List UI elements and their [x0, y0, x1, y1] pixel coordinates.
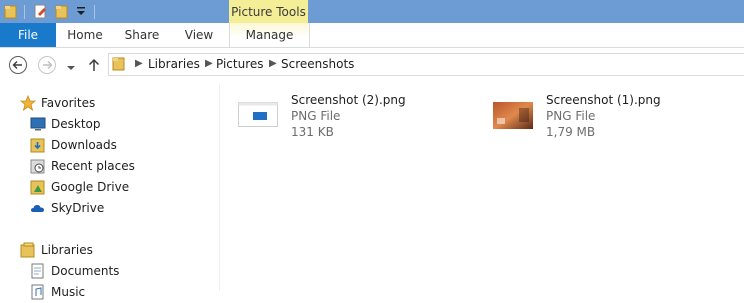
- nav-item-label: Google Drive: [51, 180, 130, 194]
- file-size: 131 KB: [291, 125, 334, 139]
- google-drive-icon: [30, 179, 46, 195]
- libraries-icon: [20, 242, 36, 258]
- address-folder-icon: [112, 56, 126, 74]
- nav-libraries-label: Libraries: [41, 243, 93, 257]
- nav-item-recent-places[interactable]: Recent places: [30, 156, 135, 176]
- customize-qat-icon[interactable]: [76, 5, 86, 20]
- title-bar: Picture Tools: [0, 0, 744, 23]
- nav-libraries-header[interactable]: Libraries: [20, 240, 93, 260]
- nav-item-label: Desktop: [51, 117, 101, 131]
- navigation-pane: Favorites Desktop Downloads Recent place…: [0, 84, 220, 300]
- nav-favorites-label: Favorites: [41, 96, 96, 110]
- file-type: PNG File: [291, 109, 341, 123]
- breadcrumb-screenshots[interactable]: Screenshots: [281, 57, 354, 71]
- nav-item-desktop[interactable]: Desktop: [30, 114, 101, 134]
- tab-view[interactable]: View: [170, 23, 228, 47]
- breadcrumb-separator-icon[interactable]: ▶: [205, 58, 213, 69]
- ribbon-tabs: File Home Share View Manage: [0, 23, 744, 48]
- forward-icon[interactable]: [37, 55, 57, 75]
- nav-item-music[interactable]: Music: [30, 282, 85, 302]
- nav-item-label: Recent places: [51, 159, 135, 173]
- file-size: 1,79 MB: [546, 125, 596, 139]
- nav-item-google-drive[interactable]: Google Drive: [30, 177, 129, 197]
- file-item[interactable]: Screenshot (1).png PNG File 1,79 MB: [493, 92, 723, 142]
- file-thumbnail: [238, 102, 278, 132]
- recent-places-icon: [30, 158, 46, 174]
- recent-locations-chevron-icon[interactable]: [66, 61, 76, 70]
- nav-item-label: SkyDrive: [51, 201, 105, 215]
- breadcrumb-separator-icon[interactable]: ▶: [269, 58, 277, 69]
- file-type: PNG File: [546, 109, 596, 123]
- skydrive-icon: [30, 200, 46, 216]
- up-arrow-icon[interactable]: [86, 57, 102, 73]
- nav-item-skydrive[interactable]: SkyDrive: [30, 198, 104, 218]
- file-thumbnail: [493, 102, 533, 132]
- tab-share[interactable]: Share: [114, 23, 170, 47]
- nav-item-downloads[interactable]: Downloads: [30, 135, 117, 155]
- folder-icon[interactable]: [4, 4, 18, 22]
- tab-file[interactable]: File: [0, 23, 56, 47]
- nav-item-documents[interactable]: Documents: [30, 261, 119, 281]
- breadcrumb-libraries[interactable]: Libraries: [148, 57, 200, 71]
- address-bar: ▶ Libraries ▶ Pictures ▶ Screenshots: [0, 48, 744, 82]
- picture-tools-group-label: Picture Tools: [229, 0, 308, 23]
- breadcrumb-pictures[interactable]: Pictures: [216, 57, 264, 71]
- back-icon[interactable]: [8, 55, 28, 75]
- documents-icon: [30, 263, 46, 279]
- file-list: Screenshot (2).png PNG File 131 KB Scree…: [220, 84, 744, 291]
- file-item[interactable]: Screenshot (2).png PNG File 131 KB: [238, 92, 468, 142]
- desktop-icon: [30, 116, 46, 132]
- music-icon: [30, 284, 46, 300]
- address-path[interactable]: ▶ Libraries ▶ Pictures ▶ Screenshots: [108, 53, 744, 76]
- nav-item-label: Documents: [51, 264, 120, 278]
- star-icon: [19, 94, 37, 111]
- new-folder-icon[interactable]: [55, 4, 69, 22]
- qat-separator: [24, 5, 25, 19]
- breadcrumb-separator-icon[interactable]: ▶: [135, 58, 143, 69]
- nav-item-label: Music: [51, 285, 86, 299]
- properties-icon[interactable]: [33, 4, 48, 23]
- nav-item-label: Downloads: [51, 138, 117, 152]
- file-name: Screenshot (2).png: [291, 93, 406, 107]
- tab-home[interactable]: Home: [56, 23, 114, 47]
- downloads-icon: [30, 137, 46, 153]
- nav-favorites-header[interactable]: Favorites: [19, 93, 96, 113]
- qat-separator: [94, 5, 95, 19]
- tab-manage[interactable]: Manage: [229, 23, 310, 47]
- file-name: Screenshot (1).png: [546, 93, 661, 107]
